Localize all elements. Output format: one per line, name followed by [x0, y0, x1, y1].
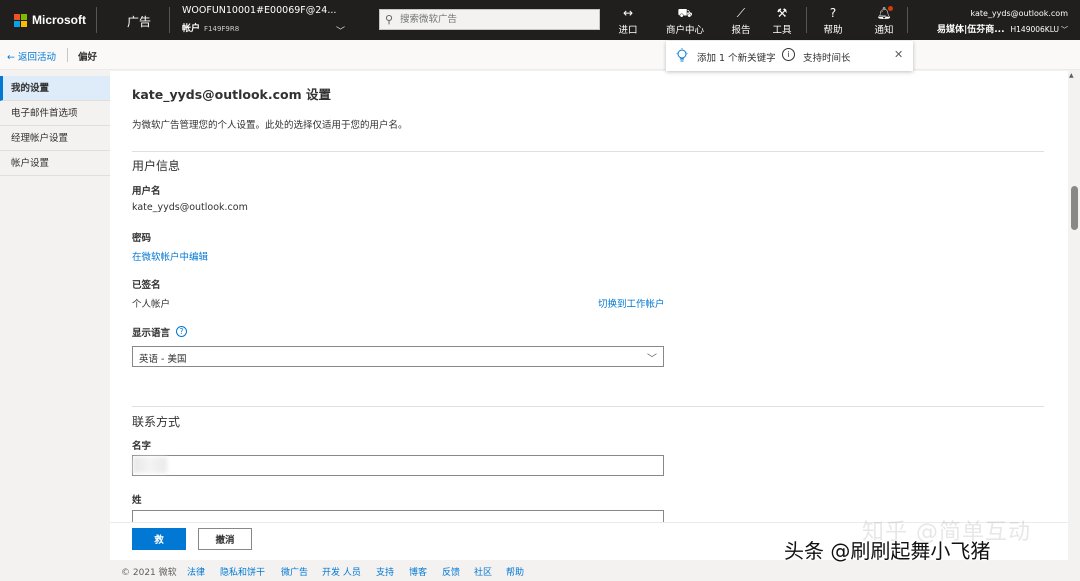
back-label: 返回活动 [17, 52, 56, 63]
scroll-up-icon[interactable]: ▲ [1069, 72, 1074, 79]
first-name-input[interactable] [132, 455, 664, 476]
divider [96, 7, 97, 33]
help-icon: ? [829, 6, 837, 20]
account-label: 帐户 [182, 24, 201, 34]
page-title: kate_yyds@outlook.com 设置 [132, 87, 331, 102]
toutiao-watermark: 头条 @刷刷起舞小飞猪 [784, 539, 991, 563]
signed-in-value: 个人帐户 [132, 299, 171, 310]
footer-link-help[interactable]: 帮助 [506, 565, 524, 578]
bell-icon: 🔔︎ [876, 6, 893, 20]
signed-in-label: 已签名 [132, 280, 161, 291]
footer-link-support[interactable]: 支持 [376, 565, 394, 578]
username-value: kate_yyds@outlook.com [132, 202, 248, 213]
section-title-contact: 联系方式 [132, 415, 181, 429]
wrench-icon: ⚒ [776, 6, 788, 20]
chevron-down-icon: ﹀ [1061, 26, 1068, 34]
user-menu[interactable]: kate_yyds@outlook.com 易媒体|伍芬商... H149006K… [937, 9, 1068, 35]
last-name-label: 姓 [132, 495, 142, 506]
top-bar: Microsoft 广告 WOOFUN10001#E00069F@24... 帐… [0, 0, 1080, 40]
account-name: WOOFUN10001#E00069F@24... [182, 5, 337, 16]
account-info: 帐户 F149F9R8 [182, 21, 347, 34]
username-label: 用户名 [132, 186, 161, 197]
page-description: 为微软广告管理您的个人设置。此处的选择仅适用于您的用户名。 [132, 120, 408, 131]
import-label: 进口 [618, 25, 638, 36]
settings-panel: kate_yyds@outlook.com 设置 为微软广告管理您的个人设置。此… [110, 71, 1068, 522]
footer-link-privacy[interactable]: 隐私和饼干 [220, 565, 265, 578]
tools-label: 工具 [772, 25, 792, 36]
nav-item-account-settings[interactable]: 帐户设置 [0, 151, 110, 176]
cart-icon: ⛟ [677, 6, 693, 20]
nav-item-email-preferences[interactable]: 电子邮件首选项 [0, 101, 110, 126]
divider [132, 406, 1044, 407]
user-org: 易媒体|伍芬商... [936, 25, 1005, 35]
search-input[interactable] [400, 12, 595, 27]
footer-link-developers[interactable]: 开发 人员 [322, 565, 361, 578]
display-language-select[interactable]: 英语 - 美国 ﹀ [132, 346, 664, 367]
switch-to-work-account-link[interactable]: 切换到工作帐户 [598, 296, 665, 310]
microsoft-logo-icon [14, 13, 27, 27]
lightbulb-icon [676, 48, 688, 62]
footer-link-community[interactable]: 社区 [474, 565, 492, 578]
user-org-row: 易媒体|伍芬商... H149006KLU ﹀ [937, 22, 1068, 35]
info-icon: i [782, 48, 795, 61]
divider [907, 7, 908, 33]
divider [806, 7, 807, 33]
merchant-center-label: 商户中心 [665, 25, 704, 36]
reports-button[interactable]: ⟋ 报告 [729, 6, 753, 36]
tools-button[interactable]: ⚒ 工具 [770, 6, 794, 36]
notifications-button[interactable]: 🔔︎ 通知 [872, 6, 896, 36]
support-hours-text[interactable]: 支持时间长 [803, 50, 851, 64]
close-icon[interactable]: ✕ [894, 48, 903, 61]
footer-link-feedback[interactable]: 反馈 [442, 565, 460, 578]
import-icon: ↔ [622, 6, 634, 20]
divider [132, 151, 1044, 152]
reports-label: 报告 [731, 25, 751, 36]
add-keyword-suggestion[interactable]: 添加 1 个新关键字 [697, 50, 776, 64]
display-language-value: 英语 - 美国 [139, 354, 187, 365]
help-label: 帮助 [823, 25, 843, 36]
notifications-label: 通知 [874, 25, 894, 36]
divider [169, 7, 170, 33]
merchant-center-button[interactable]: ⛟ 商户中心 [663, 6, 707, 36]
first-name-label: 名字 [132, 441, 152, 452]
redacted-value [133, 457, 167, 473]
import-button[interactable]: ↔ 进口 [616, 6, 640, 36]
user-email: kate_yyds@outlook.com [970, 9, 1068, 18]
nav-item-my-settings[interactable]: 我的设置 [0, 76, 110, 101]
save-button[interactable]: 救 [132, 528, 186, 550]
nav-item-manager-account-settings[interactable]: 经理帐户设置 [0, 126, 110, 151]
cancel-button[interactable]: 撤消 [198, 528, 252, 550]
password-label: 密码 [132, 233, 152, 244]
section-title-user-info: 用户信息 [132, 159, 181, 173]
footer-link-blog[interactable]: 博客 [409, 565, 427, 578]
scrollbar[interactable] [1068, 71, 1080, 522]
chart-icon: ⟋ [736, 6, 746, 20]
breadcrumb-current: 偏好 [78, 52, 98, 63]
help-button[interactable]: ? 帮助 [821, 6, 845, 36]
footer-link-microsoft-ads[interactable]: 微广告 [281, 565, 308, 578]
scrollbar-thumb[interactable] [1071, 186, 1078, 230]
last-name-input[interactable] [132, 510, 664, 522]
brand-name: Microsoft [32, 13, 86, 27]
left-nav: 我的设置 电子邮件首选项 经理帐户设置 帐户设置 [0, 71, 110, 581]
breadcrumb: ← 返回活动 偏好 [0, 40, 1080, 70]
search-icon: ⚲ [385, 13, 394, 26]
microsoft-logo[interactable]: Microsoft [14, 13, 86, 27]
notification-dot [887, 6, 893, 11]
footer-link-legal[interactable]: 法律 [187, 565, 205, 578]
account-id: F149F9R8 [204, 25, 240, 33]
product-name[interactable]: 广告 [127, 13, 151, 30]
back-to-campaigns-link[interactable]: ← 返回活动 [7, 49, 56, 63]
chevron-down-icon: ﹀ [647, 354, 657, 365]
edit-in-microsoft-account-link[interactable]: 在微软帐户中编辑 [132, 249, 208, 263]
divider [67, 48, 68, 62]
chevron-down-icon: ﹀ [335, 27, 345, 37]
help-icon[interactable]: ? [176, 326, 187, 337]
search-box[interactable]: ⚲ [379, 9, 600, 30]
copyright: © 2021 微软 [121, 568, 177, 578]
account-selector[interactable]: WOOFUN10001#E00069F@24... 帐户 F149F9R8 ﹀ [182, 5, 347, 37]
notification-banner: 添加 1 个新关键字 i 支持时间长 ✕ [666, 41, 913, 71]
user-id: H149006KLU [1010, 25, 1059, 34]
display-language-label: 显示语言 [132, 328, 171, 339]
